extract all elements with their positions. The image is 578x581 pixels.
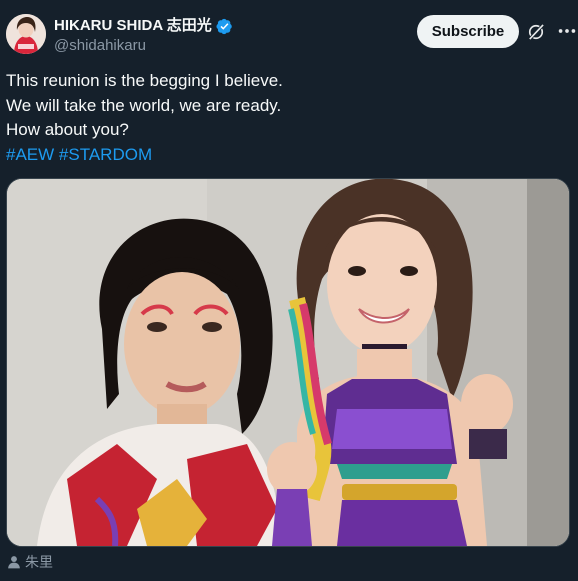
author-handle[interactable]: @shidahikaru xyxy=(54,37,146,55)
author-avatar[interactable] xyxy=(6,14,46,54)
selfie-photo-image xyxy=(7,179,569,546)
subscribe-button[interactable]: Subscribe xyxy=(417,15,519,48)
tweet: HIKARU SHIDA 志田光 @shidahikaru Subscribe … xyxy=(0,0,578,581)
hashtag-row: #AEW #STARDOM xyxy=(6,143,566,168)
tweet-text: This reunion is the begging I believe. W… xyxy=(6,69,566,167)
more-options-icon[interactable] xyxy=(556,20,578,42)
tweet-text-line: How about you? xyxy=(6,120,129,139)
author-name-row[interactable]: HIKARU SHIDA 志田光 xyxy=(54,17,233,35)
tweet-text-line: We will take the world, we are ready. xyxy=(6,95,282,115)
grok-icon[interactable] xyxy=(526,22,546,42)
person-icon xyxy=(8,556,20,569)
hashtag-link[interactable]: #STARDOM xyxy=(59,145,152,164)
author-display-name[interactable]: HIKARU SHIDA 志田光 xyxy=(54,17,212,35)
avatar-image xyxy=(6,14,46,54)
photo-tag-name[interactable]: 朱里 xyxy=(25,553,53,571)
verified-badge-icon xyxy=(216,18,232,34)
hashtag-link[interactable]: #AEW xyxy=(6,145,54,164)
tweet-text-line: This reunion is the begging I believe. xyxy=(6,71,283,90)
tweet-photo[interactable] xyxy=(6,178,570,547)
photo-tag[interactable]: 朱里 xyxy=(7,553,53,571)
